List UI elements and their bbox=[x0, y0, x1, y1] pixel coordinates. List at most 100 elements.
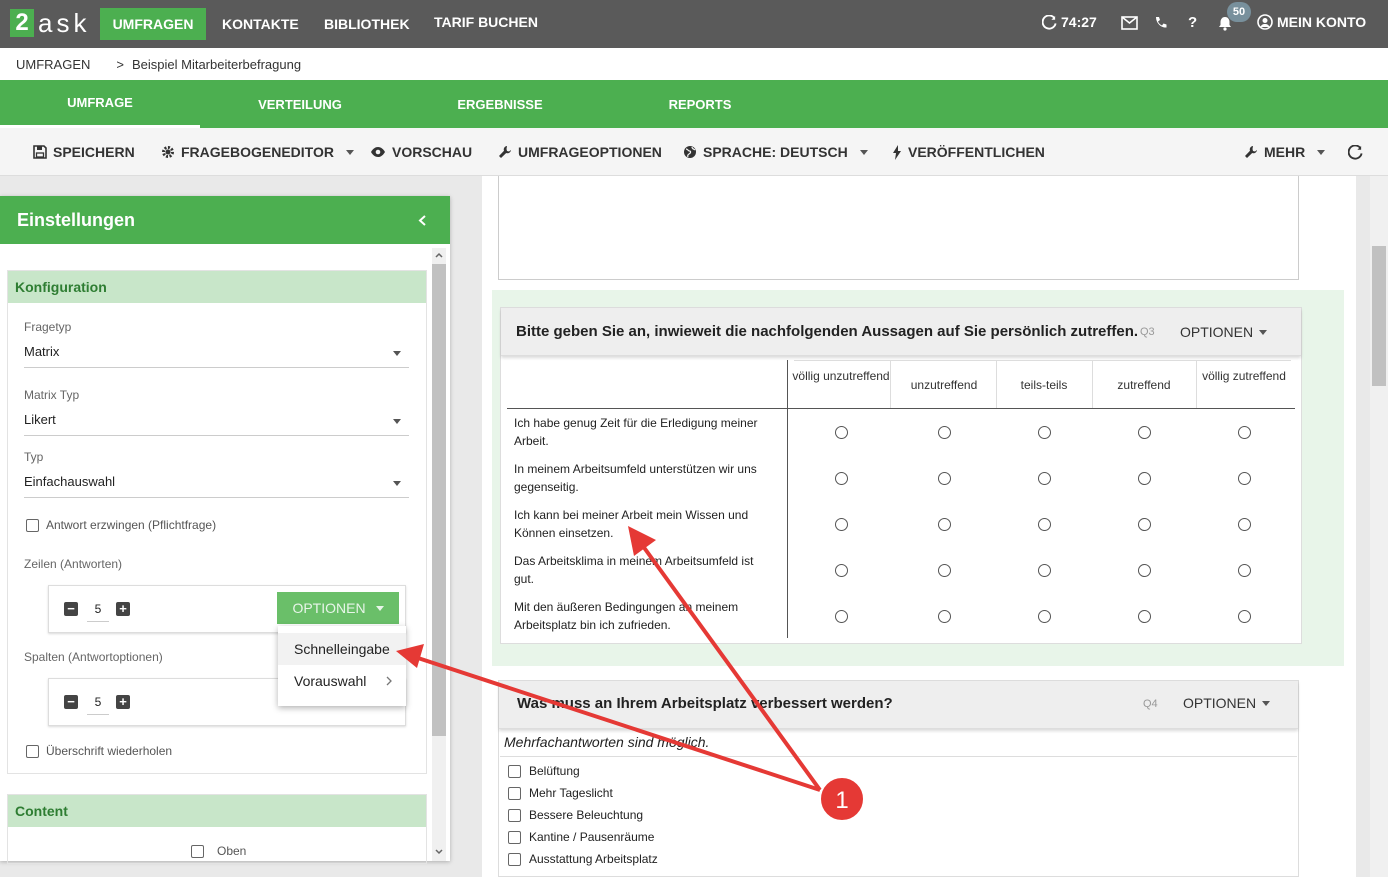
eye-icon bbox=[371, 147, 385, 157]
save-label: SPEICHERN bbox=[53, 144, 135, 160]
matrix-radio-button[interactable] bbox=[1137, 609, 1151, 623]
account-menu[interactable]: MEIN KONTO bbox=[1257, 14, 1366, 30]
rows-count[interactable]: 5 bbox=[87, 596, 109, 622]
question-type-select[interactable]: Matrix bbox=[24, 344, 409, 368]
tab-verteilung[interactable]: VERTEILUNG bbox=[200, 80, 400, 128]
chevron-down-icon bbox=[393, 351, 401, 356]
matrix-radio-button[interactable] bbox=[1037, 517, 1051, 531]
columns-count[interactable]: 5 bbox=[87, 689, 109, 715]
top-position-checkbox[interactable]: Oben bbox=[191, 844, 246, 858]
matrix-radio-button[interactable] bbox=[937, 425, 951, 439]
checkbox[interactable] bbox=[508, 786, 521, 800]
editor-label: FRAGEBOGENEDITOR bbox=[181, 144, 334, 160]
logo[interactable]: 2 ask bbox=[10, 8, 90, 38]
question-title[interactable]: Bitte geben Sie an, inwieweit die nachfo… bbox=[516, 323, 1138, 340]
content-section-title[interactable]: Content bbox=[8, 795, 426, 827]
matrix-radio-button[interactable] bbox=[937, 517, 951, 531]
matrix-radio-button[interactable] bbox=[1237, 609, 1251, 623]
matrix-radio-button[interactable] bbox=[937, 563, 951, 577]
phone-icon[interactable] bbox=[1154, 16, 1168, 30]
refresh-icon[interactable] bbox=[1348, 145, 1363, 160]
increment-button[interactable]: + bbox=[116, 602, 130, 616]
question-options-button[interactable]: OPTIONEN bbox=[1180, 324, 1268, 340]
checkbox[interactable] bbox=[26, 518, 39, 532]
settings-scrollbar[interactable] bbox=[432, 248, 446, 861]
menu-item-quick-entry[interactable]: Schnelleingabe bbox=[278, 633, 406, 665]
matrix-column-header: völlig zutreffend bbox=[1202, 369, 1286, 383]
matrix-radio-button[interactable] bbox=[1137, 517, 1151, 531]
gear-icon bbox=[162, 146, 174, 158]
main-scrollbar[interactable] bbox=[1370, 176, 1388, 877]
logo-text: ask bbox=[38, 7, 91, 38]
checkbox[interactable] bbox=[508, 764, 521, 778]
checkbox[interactable] bbox=[26, 744, 39, 758]
answer-type-select[interactable]: Einfachauswahl bbox=[24, 474, 409, 498]
help-icon[interactable]: ? bbox=[1188, 14, 1197, 31]
matrix-radio-button[interactable] bbox=[1037, 609, 1051, 623]
chevron-down-icon bbox=[1317, 149, 1326, 155]
matrix-radio-button[interactable] bbox=[1037, 425, 1051, 439]
chevron-up-icon[interactable] bbox=[435, 252, 443, 258]
question-title[interactable]: Was muss an Ihrem Arbeitsplatz verbesser… bbox=[517, 695, 893, 712]
matrix-radio-button[interactable] bbox=[937, 609, 951, 623]
checkbox[interactable] bbox=[508, 852, 521, 866]
nav-bibliothek[interactable]: BIBLIOTHEK bbox=[308, 8, 426, 40]
chevron-left-icon[interactable] bbox=[418, 215, 426, 226]
question-options-button[interactable]: OPTIONEN bbox=[1183, 695, 1271, 711]
matrix-radio-button[interactable] bbox=[1037, 471, 1051, 485]
save-button[interactable]: SPEICHERN bbox=[33, 128, 135, 176]
matrix-radio-button[interactable] bbox=[1237, 517, 1251, 531]
language-menu[interactable]: SPRACHE: DEUTSCH bbox=[683, 128, 868, 176]
matrix-radio-button[interactable] bbox=[834, 425, 848, 439]
decrement-button[interactable]: − bbox=[64, 602, 78, 616]
choice-checkbox[interactable]: Ausstattung Arbeitsplatz bbox=[508, 852, 658, 866]
breadcrumb-root[interactable]: UMFRAGEN bbox=[16, 57, 90, 72]
choice-checkbox[interactable]: Kantine / Pausenräume bbox=[508, 830, 654, 844]
scrollbar-thumb[interactable] bbox=[1372, 246, 1386, 386]
repeat-header-checkbox[interactable]: Überschrift wiederholen bbox=[26, 744, 172, 758]
chevron-down-icon[interactable] bbox=[435, 849, 443, 855]
matrix-radio-button[interactable] bbox=[937, 471, 951, 485]
config-section-title[interactable]: Konfiguration bbox=[8, 271, 426, 303]
matrix-radio-button[interactable] bbox=[834, 471, 848, 485]
rows-options-button[interactable]: OPTIONEN bbox=[277, 592, 399, 624]
matrix-type-select[interactable]: Likert bbox=[24, 412, 409, 436]
scrollbar-thumb[interactable] bbox=[432, 264, 446, 736]
tab-ergebnisse[interactable]: ERGEBNISSE bbox=[400, 80, 600, 128]
matrix-radio-button[interactable] bbox=[1137, 563, 1151, 577]
preview-button[interactable]: VORSCHAU bbox=[370, 128, 472, 176]
menu-item-preselection[interactable]: Vorauswahl bbox=[278, 665, 406, 697]
matrix-radio-button[interactable] bbox=[1137, 425, 1151, 439]
checkbox[interactable] bbox=[191, 844, 204, 858]
matrix-radio-button[interactable] bbox=[834, 609, 848, 623]
checkbox[interactable] bbox=[508, 808, 521, 822]
wrench-icon bbox=[499, 146, 511, 158]
tab-reports[interactable]: REPORTS bbox=[600, 80, 800, 128]
matrix-radio-button[interactable] bbox=[1137, 471, 1151, 485]
tab-umfrage[interactable]: UMFRAGE bbox=[0, 80, 200, 128]
mail-icon[interactable] bbox=[1121, 16, 1138, 30]
matrix-radio-button[interactable] bbox=[1237, 563, 1251, 577]
choice-checkbox[interactable]: Bessere Beleuchtung bbox=[508, 808, 643, 822]
choice-checkbox[interactable]: Mehr Tageslicht bbox=[508, 786, 613, 800]
text-answer-box[interactable] bbox=[498, 176, 1299, 280]
required-checkbox[interactable]: Antwort erzwingen (Pflichtfrage) bbox=[26, 518, 216, 532]
more-menu[interactable]: MEHR bbox=[1244, 128, 1326, 176]
matrix-radio-button[interactable] bbox=[834, 517, 848, 531]
nav-tarif-buchen[interactable]: TARIF BUCHEN bbox=[418, 6, 554, 38]
publish-button[interactable]: VERÖFFENTLICHEN bbox=[892, 128, 1045, 176]
matrix-radio-button[interactable] bbox=[1037, 563, 1051, 577]
increment-button[interactable]: + bbox=[116, 695, 130, 709]
matrix-radio-button[interactable] bbox=[834, 563, 848, 577]
survey-options-button[interactable]: UMFRAGEOPTIONEN bbox=[498, 128, 662, 176]
matrix-radio-button[interactable] bbox=[1237, 471, 1251, 485]
session-timer[interactable]: 74:27 bbox=[1042, 14, 1097, 30]
checkbox[interactable] bbox=[508, 830, 521, 844]
choice-checkbox[interactable]: Belüftung bbox=[508, 764, 580, 778]
nav-umfragen[interactable]: UMFRAGEN bbox=[100, 8, 206, 40]
questionnaire-editor-menu[interactable]: FRAGEBOGENEDITOR bbox=[161, 128, 354, 176]
nav-kontakte[interactable]: KONTAKTE bbox=[206, 8, 315, 40]
matrix-radio-button[interactable] bbox=[1237, 425, 1251, 439]
choice-label: Ausstattung Arbeitsplatz bbox=[529, 852, 658, 866]
decrement-button[interactable]: − bbox=[64, 695, 78, 709]
